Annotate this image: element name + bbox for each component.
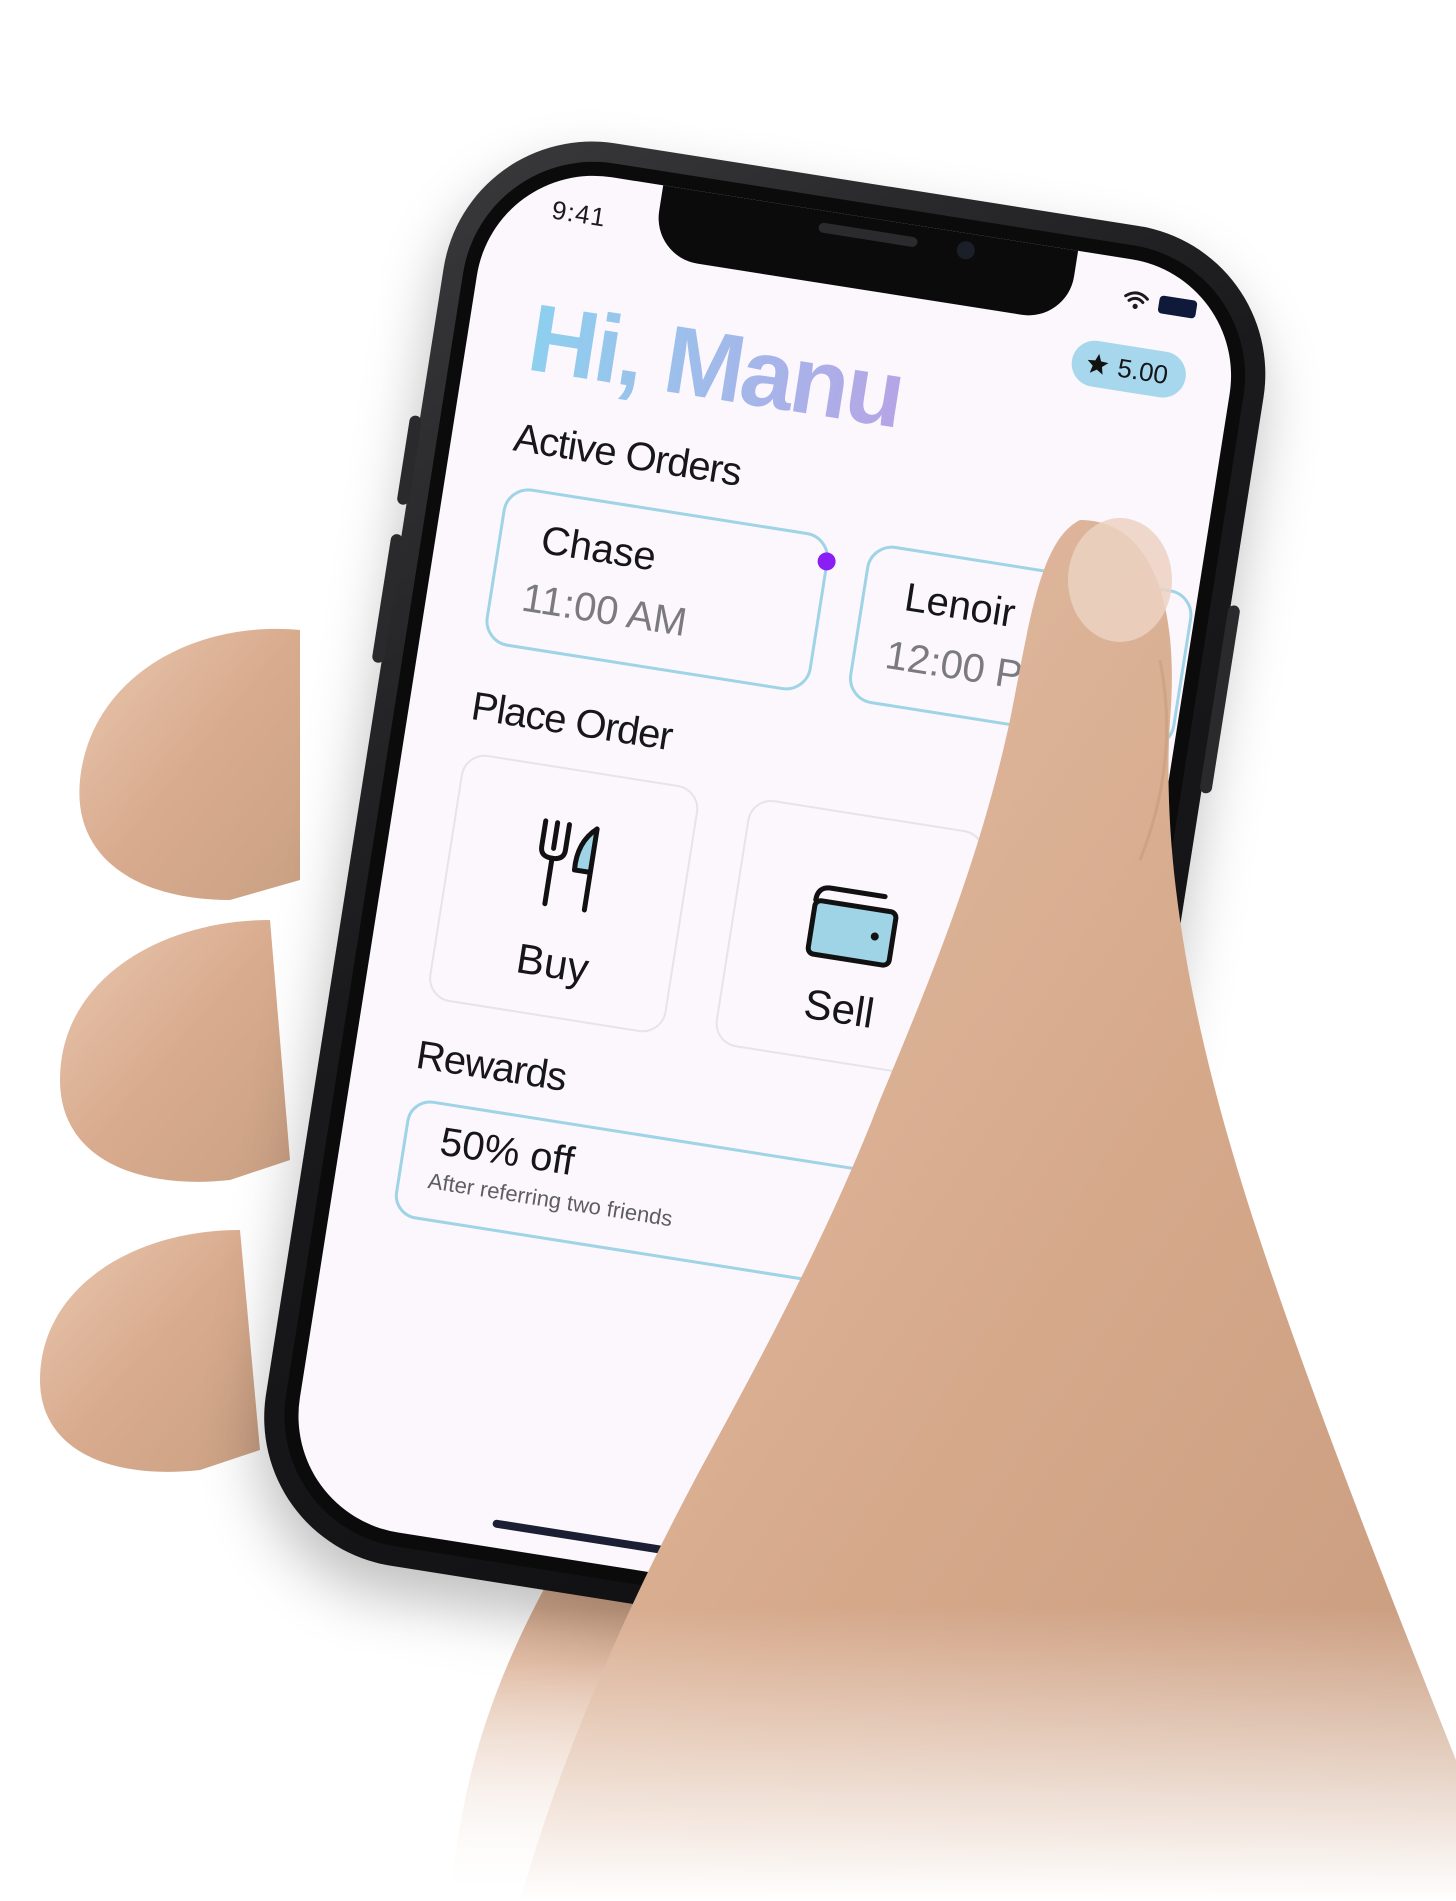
front-camera — [955, 240, 977, 261]
unread-indicator — [816, 551, 837, 572]
reward-card[interactable]: 50% off After referring two friends — [391, 1097, 1043, 1316]
rewards-title: Rewards — [413, 1032, 570, 1100]
order-card-chase[interactable]: Chase 11:00 AM — [481, 484, 837, 695]
rating-value: 5.00 — [1115, 352, 1171, 390]
buy-label: Buy — [513, 934, 593, 993]
phone-wrapper: 9:41 5.00 Hi, Manu Active Orders Chase 1… — [0, 0, 1456, 1901]
order-time: 12:00 PM — [882, 633, 1059, 704]
place-order-title: Place Order — [468, 684, 676, 760]
phone-device: 9:41 5.00 Hi, Manu Active Orders Chase 1… — [242, 120, 1287, 1672]
sell-label: Sell — [800, 979, 878, 1038]
star-icon — [1088, 353, 1109, 375]
order-name: Lenoir — [901, 575, 1019, 637]
active-orders-title: Active Orders — [510, 415, 745, 495]
rating-badge[interactable]: 5.00 — [1068, 337, 1190, 401]
order-name: Chase — [538, 518, 660, 580]
status-time: 9:41 — [549, 194, 609, 233]
speaker-grille — [817, 222, 919, 248]
photo-stage: 9:41 5.00 Hi, Manu Active Orders Chase 1… — [0, 0, 1456, 1901]
order-time: 11:00 AM — [518, 575, 690, 646]
status-icons — [1122, 289, 1198, 320]
fork-knife-icon — [539, 818, 600, 913]
wallet-icon — [805, 885, 899, 968]
sell-button[interactable]: Sell — [712, 796, 989, 1081]
battery-icon — [1157, 295, 1198, 319]
order-card-lenoir[interactable]: Lenoir 12:00 PM — [845, 541, 1197, 752]
wifi-icon — [1124, 291, 1149, 309]
buy-button[interactable]: Buy — [425, 751, 702, 1036]
